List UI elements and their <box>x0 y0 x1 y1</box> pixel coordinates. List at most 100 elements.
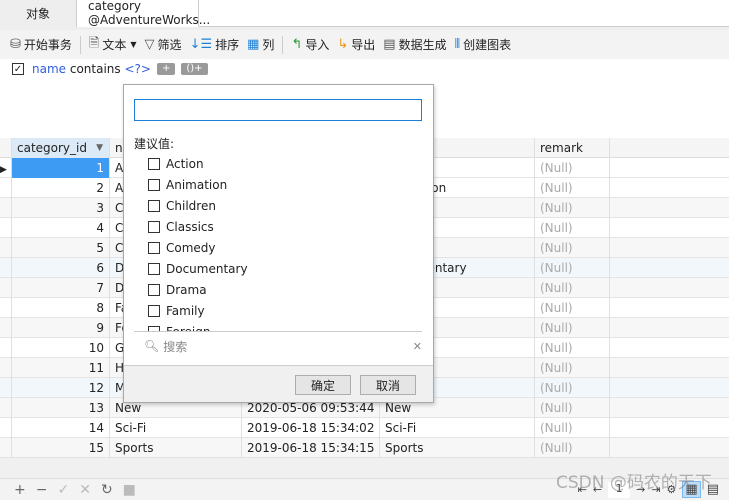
tab-category[interactable]: category @AdventureWorks... <box>77 0 210 27</box>
cell-remark[interactable]: (Null) <box>535 418 610 438</box>
label: 列 <box>262 38 275 52</box>
cell-remark[interactable]: (Null) <box>535 318 610 338</box>
table-row[interactable]: 15 Sports 2019-06-18 15:34:15 Sports (Null) <box>0 438 729 458</box>
cell-category-id[interactable]: 5 <box>12 238 110 258</box>
cell-remark[interactable]: (Null) <box>535 358 610 378</box>
filter-icon[interactable]: ▼ <box>96 138 103 158</box>
suggestion-item[interactable]: Animation <box>148 174 418 195</box>
cell-name[interactable]: Sci-Fi <box>110 418 242 438</box>
cell-remark[interactable]: (Null) <box>535 338 610 358</box>
suggestion-item[interactable]: Comedy <box>148 237 418 258</box>
cell-col4[interactable]: Sports <box>380 438 535 458</box>
suggestion-checkbox[interactable] <box>148 262 160 275</box>
cell-category-id[interactable]: 14 <box>12 418 110 438</box>
apply-icon[interactable]: ✓ <box>57 482 69 498</box>
create-chart-button[interactable]: ⫴ 创建图表 <box>455 36 511 53</box>
cell-remark[interactable]: (Null) <box>535 278 610 298</box>
stop-icon[interactable]: ■ <box>123 482 136 498</box>
filter-value[interactable]: <?> <box>124 62 150 76</box>
cell-category-id[interactable]: 4 <box>12 218 110 238</box>
suggestion-item[interactable]: Drama <box>148 279 418 300</box>
suggestion-checkbox[interactable] <box>148 199 160 212</box>
cell-remark[interactable]: (Null) <box>535 238 610 258</box>
suggestion-checkbox[interactable] <box>148 304 160 317</box>
filter-row: ✓ name contains <?> + ()+ <box>12 62 208 76</box>
filter-operator[interactable]: contains <box>70 62 121 76</box>
suggestions-label: 建议值: <box>134 137 175 151</box>
suggestion-checkbox[interactable] <box>148 241 160 254</box>
tab-objects[interactable]: 对象 <box>0 0 77 27</box>
search-placeholder: 搜索 <box>163 339 188 354</box>
filter-enabled-checkbox[interactable]: ✓ <box>12 63 24 75</box>
suggestion-item[interactable]: Classics <box>148 216 418 237</box>
discard-icon[interactable]: ✕ <box>79 482 91 498</box>
import-button[interactable]: ↰ 导入 <box>291 36 329 53</box>
cell-col4[interactable]: Sci-Fi <box>380 418 535 438</box>
cell-category-id[interactable]: 2 <box>12 178 110 198</box>
suggestion-item[interactable]: Action <box>148 153 418 174</box>
cell-category-id[interactable]: 12 <box>12 378 110 398</box>
cell-category-id[interactable]: 9 <box>12 318 110 338</box>
filter-field[interactable]: name <box>32 62 66 76</box>
add-record-icon[interactable]: + <box>14 482 26 498</box>
cell-remark[interactable]: (Null) <box>535 218 610 238</box>
cancel-button[interactable]: 取消 <box>360 375 416 395</box>
row-indicator <box>0 358 12 378</box>
tab-label: category @AdventureWorks... <box>88 0 211 27</box>
header-remark[interactable]: remark <box>535 138 610 158</box>
export-button[interactable]: ↳ 导出 <box>337 36 375 53</box>
funnel-icon: ▽ <box>144 37 155 52</box>
data-generation-button[interactable]: ▤ 数据生成 <box>383 36 446 53</box>
cell-category-id[interactable]: 15 <box>12 438 110 458</box>
cell-remark[interactable]: (Null) <box>535 158 610 178</box>
add-group-button[interactable]: ()+ <box>181 63 208 75</box>
cell-category-id[interactable]: 7 <box>12 278 110 298</box>
row-indicator <box>0 278 12 298</box>
filter-value-popup: 建议值: Action Animation Children Classics Come… <box>123 84 434 403</box>
suggestion-label: Animation <box>166 177 228 192</box>
suggestion-item[interactable]: Foreign <box>148 321 418 331</box>
suggestion-list[interactable]: Action Animation Children Classics Comedy Doc… <box>148 153 418 331</box>
cell-category-id[interactable]: 1 <box>12 158 110 178</box>
refresh-icon[interactable]: ↻ <box>101 482 113 498</box>
header-category-id[interactable]: category_id ▼ <box>12 138 110 158</box>
delete-record-icon[interactable]: − <box>36 482 48 498</box>
suggestion-item[interactable]: Children <box>148 195 418 216</box>
cell-category-id[interactable]: 11 <box>12 358 110 378</box>
columns-button[interactable]: ▦ 列 <box>247 36 274 53</box>
clear-icon[interactable]: ✕ <box>413 340 422 353</box>
cell-name[interactable]: Sports <box>110 438 242 458</box>
suggestion-label: Family <box>166 303 205 318</box>
cell-col3[interactable]: 2019-06-18 15:34:15 <box>242 438 380 458</box>
cell-remark[interactable]: (Null) <box>535 178 610 198</box>
ok-button[interactable]: 确定 <box>295 375 351 395</box>
cell-category-id[interactable]: 13 <box>12 398 110 418</box>
cell-remark[interactable]: (Null) <box>535 398 610 418</box>
cell-remark[interactable]: (Null) <box>535 438 610 458</box>
suggestion-checkbox[interactable] <box>148 157 160 170</box>
table-row[interactable]: 14 Sci-Fi 2019-06-18 15:34:02 Sci-Fi (Null) <box>0 418 729 438</box>
begin-transaction-button[interactable]: ⛁ 开始事务 <box>10 36 72 53</box>
suggestion-item[interactable]: Family <box>148 300 418 321</box>
row-indicator <box>0 238 12 258</box>
cell-category-id[interactable]: 3 <box>12 198 110 218</box>
cell-remark[interactable]: (Null) <box>535 258 610 278</box>
suggestion-checkbox[interactable] <box>148 178 160 191</box>
suggestion-search[interactable]: 🔍︎ 搜索 ✕ <box>144 338 422 354</box>
suggestion-checkbox[interactable] <box>148 220 160 233</box>
cell-category-id[interactable]: 10 <box>12 338 110 358</box>
suggestion-label: Comedy <box>166 240 216 255</box>
cell-col3[interactable]: 2019-06-18 15:34:02 <box>242 418 380 438</box>
suggestion-checkbox[interactable] <box>148 283 160 296</box>
suggestion-item[interactable]: Documentary <box>148 258 418 279</box>
cell-remark[interactable]: (Null) <box>535 198 610 218</box>
sort-button[interactable]: ↓☰ 排序 <box>190 36 240 53</box>
cell-category-id[interactable]: 8 <box>12 298 110 318</box>
value-input[interactable] <box>134 99 422 121</box>
filter-button[interactable]: ▽ 筛选 <box>145 36 182 53</box>
cell-remark[interactable]: (Null) <box>535 378 610 398</box>
add-condition-button[interactable]: + <box>156 63 176 75</box>
text-button[interactable]: 🗎 文本 ▼ <box>89 34 137 56</box>
cell-remark[interactable]: (Null) <box>535 298 610 318</box>
cell-category-id[interactable]: 6 <box>12 258 110 278</box>
